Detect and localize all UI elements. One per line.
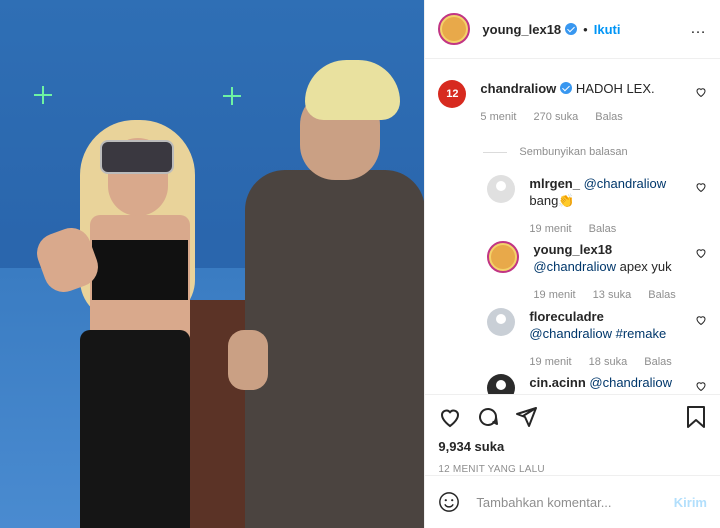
reply-avatar[interactable] [487, 308, 516, 336]
share-icon[interactable] [514, 405, 538, 429]
reply-mention[interactable]: @chandraliow [533, 259, 616, 274]
like-icon[interactable] [438, 405, 462, 429]
man-hand [228, 330, 268, 390]
man-hair [305, 60, 400, 120]
reply-meta: 19 menit Balas [529, 221, 666, 238]
post-sidebar: young_lex18 • Ikuti … 12 chandraliow HAD… [424, 0, 720, 528]
bookmark-icon[interactable] [685, 405, 707, 429]
reply-button[interactable]: Balas [595, 111, 623, 123]
comment-likes[interactable]: 270 suka [534, 111, 579, 123]
reply-avatar[interactable] [487, 175, 516, 203]
goggles [100, 140, 174, 174]
verified-icon [560, 82, 573, 94]
like-reply-icon[interactable] [695, 247, 707, 259]
reply-likes[interactable]: 13 suka [593, 289, 632, 301]
reply-time: 19 menit [533, 289, 576, 301]
reply-username[interactable]: floreculadre [529, 309, 603, 324]
like-comment-icon[interactable] [695, 86, 707, 98]
reply-text: apex yuk [619, 259, 672, 274]
like-reply-icon[interactable] [695, 314, 707, 326]
comments-list: 12 chandraliow HADOH LEX. 5 menit 270 su… [425, 58, 720, 394]
post-timestamp: 12 MENIT YANG LALU [438, 464, 545, 475]
reply-time: 19 menit [529, 223, 572, 235]
reply-item: cin.acinn @chandraliow [487, 374, 707, 394]
man-figure [245, 170, 425, 528]
post-photo[interactable] [0, 0, 425, 528]
comment-meta: 5 menit 270 suka Balas [480, 109, 654, 126]
comment-text: HADOH LEX. [575, 81, 655, 96]
comment-item: 12 chandraliow HADOH LEX. 5 menit 270 su… [438, 80, 707, 126]
instagram-post: young_lex18 • Ikuti … 12 chandraliow HAD… [0, 0, 720, 528]
like-reply-icon[interactable] [695, 380, 707, 392]
add-comment-bar: Kirim [425, 475, 720, 528]
reply-meta: 19 menit 13 suka Balas [533, 287, 689, 304]
reply-mention[interactable]: @chandraliow [589, 375, 672, 390]
reply-text: bang👏 [529, 193, 575, 208]
tracking-marker [34, 86, 52, 104]
reply-item: young_lex18 @chandraliow apex yuk 19 men… [487, 241, 707, 304]
verified-icon [565, 23, 578, 35]
reply-item: mlrgen_ @chandraliow bang👏 19 menit Bala… [487, 175, 707, 238]
commenter-avatar[interactable]: 12 [438, 80, 467, 108]
follow-button[interactable]: Ikuti [594, 22, 621, 37]
woman-outfit [92, 240, 188, 300]
reply-likes[interactable]: 18 suka [589, 356, 628, 368]
reply-meta: 19 menit 18 suka Balas [529, 354, 685, 371]
reply-username[interactable]: cin.acinn [529, 375, 585, 390]
send-button[interactable]: Kirim [674, 495, 707, 510]
reply-mention[interactable]: @chandraliow [584, 176, 667, 191]
reply-button[interactable]: Balas [589, 223, 617, 235]
hide-replies-button[interactable]: Sembunyikan balasan [483, 146, 627, 158]
like-reply-icon[interactable] [695, 181, 707, 193]
reply-mention[interactable]: @chandraliow [529, 326, 612, 341]
tracking-marker [223, 87, 241, 105]
more-options-icon[interactable]: … [690, 20, 707, 38]
separator-dot: • [583, 21, 588, 37]
woman-legs [80, 330, 190, 528]
reply-item: floreculadre @chandraliow #remake 19 men… [487, 308, 707, 371]
author-avatar[interactable] [438, 13, 471, 45]
comment-icon[interactable] [476, 405, 500, 429]
reply-username[interactable]: young_lex18 [533, 242, 612, 257]
comment-time: 5 menit [480, 111, 517, 123]
post-header: young_lex18 • Ikuti … [425, 0, 720, 59]
emoji-icon[interactable] [438, 491, 460, 513]
reply-hashtag[interactable]: #remake [616, 326, 667, 341]
comment-input[interactable] [474, 493, 674, 511]
likes-count[interactable]: 9,934 suka [438, 439, 707, 454]
reply-button[interactable]: Balas [648, 289, 676, 301]
post-actions: 9,934 suka 12 MENIT YANG LALU [425, 394, 720, 475]
reply-avatar[interactable] [487, 241, 520, 273]
reply-username[interactable]: mlrgen_ [529, 176, 580, 191]
comment-username[interactable]: chandraliow [480, 81, 556, 96]
reply-button[interactable]: Balas [644, 356, 672, 368]
reply-time: 19 menit [529, 356, 572, 368]
author-username[interactable]: young_lex18 [482, 22, 561, 37]
reply-avatar[interactable] [487, 374, 516, 394]
